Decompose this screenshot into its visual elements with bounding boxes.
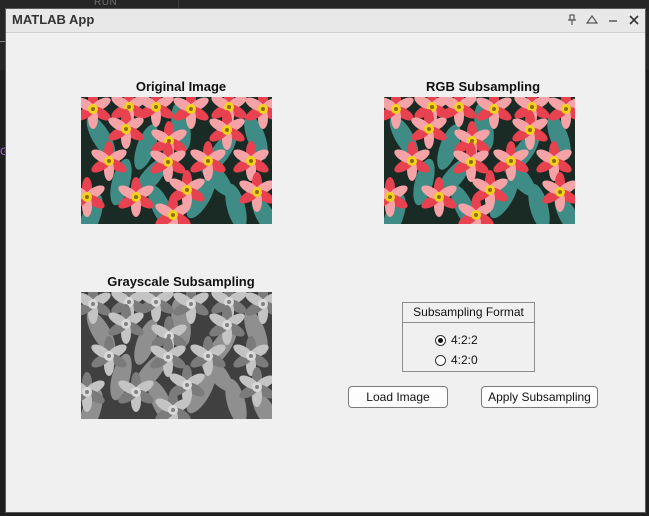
apply-subsampling-button[interactable]: Apply Subsampling <box>481 386 598 408</box>
original-image-title: Original Image <box>135 79 227 94</box>
subsampling-format-group: Subsampling Format 4:2:2 4:2:0 <box>402 302 535 372</box>
grayscale-subsampling-title: Grayscale Subsampling <box>107 274 255 289</box>
subsampling-format-title: Subsampling Format <box>403 303 534 323</box>
radio-label-422: 4:2:2 <box>451 333 478 347</box>
original-image <box>81 97 272 224</box>
radio-option-422[interactable]: 4:2:2 <box>435 332 478 348</box>
title-bar: MATLAB App <box>6 9 645 33</box>
expand-icon[interactable] <box>584 11 600 29</box>
window-title: MATLAB App <box>12 12 95 27</box>
load-image-button[interactable]: Load Image <box>348 386 448 408</box>
radio-label-420: 4:2:0 <box>451 353 478 367</box>
radio-button-422[interactable] <box>435 334 446 346</box>
radio-button-420[interactable] <box>435 354 446 366</box>
background-tab-label: RUN <box>94 0 118 8</box>
pin-icon[interactable] <box>564 11 580 29</box>
close-icon[interactable] <box>626 11 642 29</box>
rgb-subsampled-image <box>384 97 575 224</box>
rgb-subsampling-title: RGB Subsampling <box>425 79 541 94</box>
app-window: MATLAB App Original Image RGB Subsamplin… <box>5 8 646 513</box>
minimize-icon[interactable] <box>605 11 621 29</box>
radio-option-420[interactable]: 4:2:0 <box>435 352 478 368</box>
grayscale-subsampled-image <box>81 292 272 419</box>
